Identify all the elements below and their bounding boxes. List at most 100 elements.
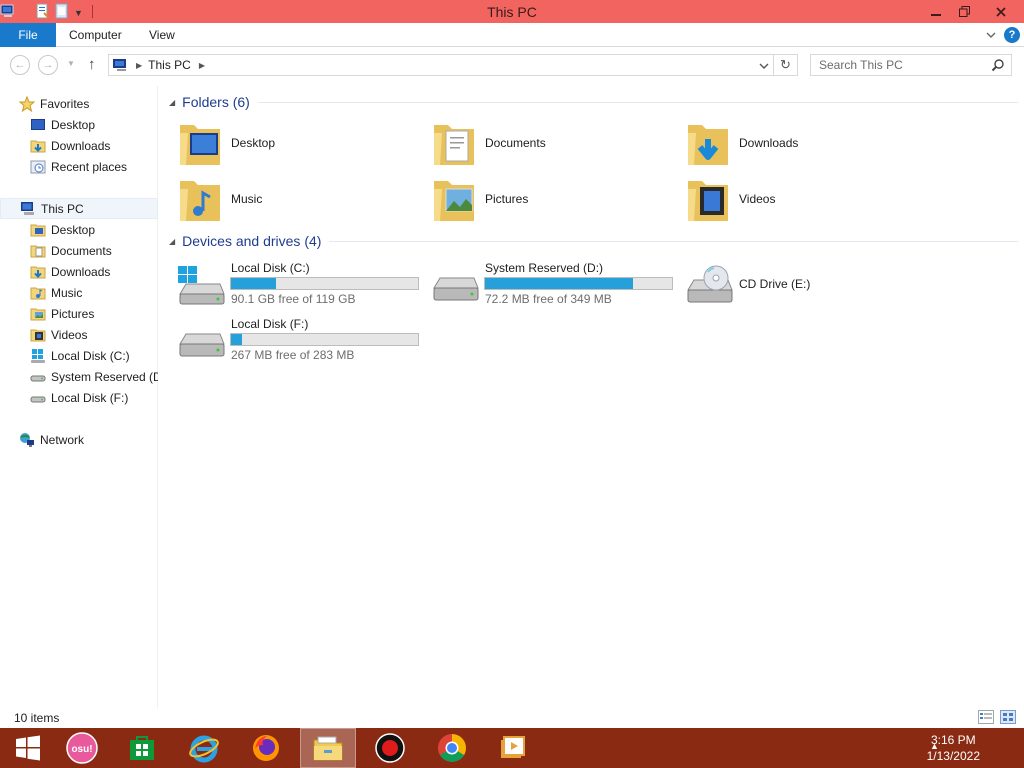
address-dropdown-icon[interactable] bbox=[759, 62, 769, 70]
videos-folder-icon bbox=[30, 329, 46, 341]
taskbar-file-explorer[interactable] bbox=[300, 728, 356, 768]
drive-local-disk-c[interactable]: Local Disk (C:) 90.1 GB free of 119 GB bbox=[166, 260, 419, 312]
store-icon bbox=[130, 736, 154, 760]
taskbar-clock[interactable]: 3:16 PM 1/13/2022 bbox=[927, 732, 980, 764]
sidebar-item-videos[interactable]: Videos bbox=[0, 324, 158, 345]
clock-date: 1/13/2022 bbox=[926, 749, 980, 763]
recent-locations-icon[interactable]: ▼ bbox=[67, 59, 75, 68]
folder-label: Downloads bbox=[739, 136, 799, 150]
arrow-left-icon: ← bbox=[14, 59, 26, 71]
collapse-triangle-icon[interactable]: ◢ bbox=[169, 98, 175, 107]
sidebar-item-system-reserved-d[interactable]: System Reserved (D:) bbox=[0, 366, 158, 387]
minimize-icon bbox=[931, 13, 941, 16]
view-switcher bbox=[978, 710, 1016, 724]
collapse-triangle-icon[interactable]: ◢ bbox=[169, 237, 175, 246]
sidebar-item-music[interactable]: Music bbox=[0, 282, 158, 303]
tab-view[interactable]: View bbox=[149, 23, 175, 47]
drive-free-space: 90.1 GB free of 119 GB bbox=[231, 292, 356, 306]
drive-cd-e[interactable]: CD Drive (E:) bbox=[674, 260, 924, 312]
drive-system-reserved-d[interactable]: System Reserved (D:) 72.2 MB free of 349… bbox=[420, 260, 673, 312]
window-controls bbox=[922, 0, 1024, 23]
folder-label: Pictures bbox=[485, 192, 529, 206]
forward-button[interactable]: → bbox=[38, 55, 58, 75]
sidebar-item-label: This PC bbox=[41, 201, 84, 216]
pictures-folder-icon bbox=[30, 308, 46, 320]
sidebar-item-label: Videos bbox=[51, 327, 88, 342]
sidebar-item-pictures[interactable]: Pictures bbox=[0, 303, 158, 324]
content-pane: ◢ Folders (6) Desktop Documents Download… bbox=[166, 86, 1024, 708]
sidebar-item-network[interactable]: Network bbox=[0, 429, 158, 450]
sidebar-item-favorites-desktop[interactable]: Desktop bbox=[0, 114, 158, 135]
large-icons-view-icon[interactable] bbox=[1000, 710, 1016, 724]
folder-downloads[interactable]: Downloads bbox=[674, 117, 914, 169]
sidebar-item-recent-places[interactable]: Recent places bbox=[0, 156, 158, 177]
taskbar-store[interactable] bbox=[114, 728, 170, 768]
refresh-button[interactable]: ↻ bbox=[774, 54, 798, 76]
folder-desktop[interactable]: Desktop bbox=[166, 117, 406, 169]
folder-music[interactable]: Music bbox=[166, 173, 406, 225]
windows-drive-icon bbox=[31, 348, 45, 363]
chevron-down-icon[interactable] bbox=[986, 31, 996, 39]
folder-label: Videos bbox=[739, 192, 776, 206]
drive-usage-bar bbox=[484, 277, 673, 290]
sidebar-item-desktop[interactable]: Desktop bbox=[0, 219, 158, 240]
sidebar-item-label: System Reserved (D:) bbox=[51, 369, 158, 384]
sidebar-item-favorites-downloads[interactable]: Downloads bbox=[0, 135, 158, 156]
sidebar-item-local-disk-c[interactable]: Local Disk (C:) bbox=[0, 345, 158, 366]
folder-videos[interactable]: Videos bbox=[674, 173, 914, 225]
drive-label: Local Disk (C:) bbox=[231, 261, 310, 275]
sidebar-item-label: Documents bbox=[51, 243, 112, 258]
drive-label: System Reserved (D:) bbox=[485, 261, 604, 275]
search-icon[interactable] bbox=[991, 58, 1005, 72]
title-bar: ▼ This PC bbox=[0, 0, 1024, 23]
search-input[interactable]: Search This PC bbox=[810, 54, 1012, 76]
close-button[interactable] bbox=[978, 0, 1024, 23]
group-divider bbox=[257, 101, 1018, 103]
sidebar-item-favorites[interactable]: Favorites bbox=[0, 93, 158, 114]
help-icon[interactable]: ? bbox=[1004, 27, 1020, 43]
arrow-right-icon: → bbox=[42, 59, 54, 71]
details-view-icon[interactable] bbox=[978, 710, 994, 724]
taskbar-obs[interactable] bbox=[362, 728, 418, 768]
taskbar-internet-explorer[interactable] bbox=[176, 728, 232, 768]
windows-drive-icon bbox=[178, 266, 225, 305]
group-header-folders[interactable]: ◢ Folders (6) bbox=[166, 94, 1018, 110]
minimize-button[interactable] bbox=[922, 0, 950, 23]
back-button[interactable]: ← bbox=[10, 55, 30, 75]
drive-label: CD Drive (E:) bbox=[739, 277, 811, 291]
documents-folder-icon bbox=[434, 125, 474, 165]
breadcrumb-chevron-icon[interactable]: ▶ bbox=[199, 61, 205, 70]
taskbar-osu[interactable]: osu! bbox=[54, 728, 110, 768]
folder-pictures[interactable]: Pictures bbox=[420, 173, 660, 225]
folder-label: Desktop bbox=[231, 136, 276, 150]
drive-usage-bar bbox=[230, 333, 419, 346]
navigation-pane: Favorites Desktop Downloads Recent place… bbox=[0, 86, 158, 708]
windows-start-icon bbox=[16, 735, 40, 761]
group-header-devices[interactable]: ◢ Devices and drives (4) bbox=[166, 233, 1018, 249]
address-bar[interactable]: ▶ This PC ▶ bbox=[108, 54, 774, 76]
tab-file[interactable]: File bbox=[0, 23, 56, 47]
sidebar-item-downloads[interactable]: Downloads bbox=[0, 261, 158, 282]
window-title: This PC bbox=[487, 4, 537, 20]
taskbar-firefox[interactable] bbox=[238, 728, 294, 768]
refresh-icon: ↻ bbox=[780, 57, 791, 72]
restore-button[interactable] bbox=[950, 0, 978, 23]
sidebar-item-this-pc[interactable]: This PC bbox=[0, 198, 158, 219]
hard-drive-icon bbox=[179, 333, 225, 357]
drive-usage-fill bbox=[485, 278, 633, 289]
sidebar-item-documents[interactable]: Documents bbox=[0, 240, 158, 261]
breadcrumb-chevron-icon[interactable]: ▶ bbox=[136, 61, 142, 70]
sidebar-item-local-disk-f[interactable]: Local Disk (F:) bbox=[0, 387, 158, 408]
sidebar-item-label: Desktop bbox=[51, 117, 96, 132]
drive-local-disk-f[interactable]: Local Disk (F:) 267 MB free of 283 MB bbox=[166, 316, 419, 368]
folder-documents[interactable]: Documents bbox=[420, 117, 660, 169]
breadcrumb-this-pc[interactable]: This PC bbox=[148, 58, 191, 72]
up-arrow-icon[interactable]: ↑ bbox=[88, 56, 96, 73]
taskbar-chrome[interactable] bbox=[424, 728, 480, 768]
drive-label: Local Disk (F:) bbox=[231, 317, 309, 331]
tab-computer[interactable]: Computer bbox=[69, 23, 122, 47]
start-button[interactable] bbox=[0, 728, 56, 768]
taskbar-media-player[interactable] bbox=[484, 728, 540, 768]
drive-free-space: 72.2 MB free of 349 MB bbox=[485, 292, 612, 306]
sidebar-item-label: Music bbox=[51, 285, 83, 300]
